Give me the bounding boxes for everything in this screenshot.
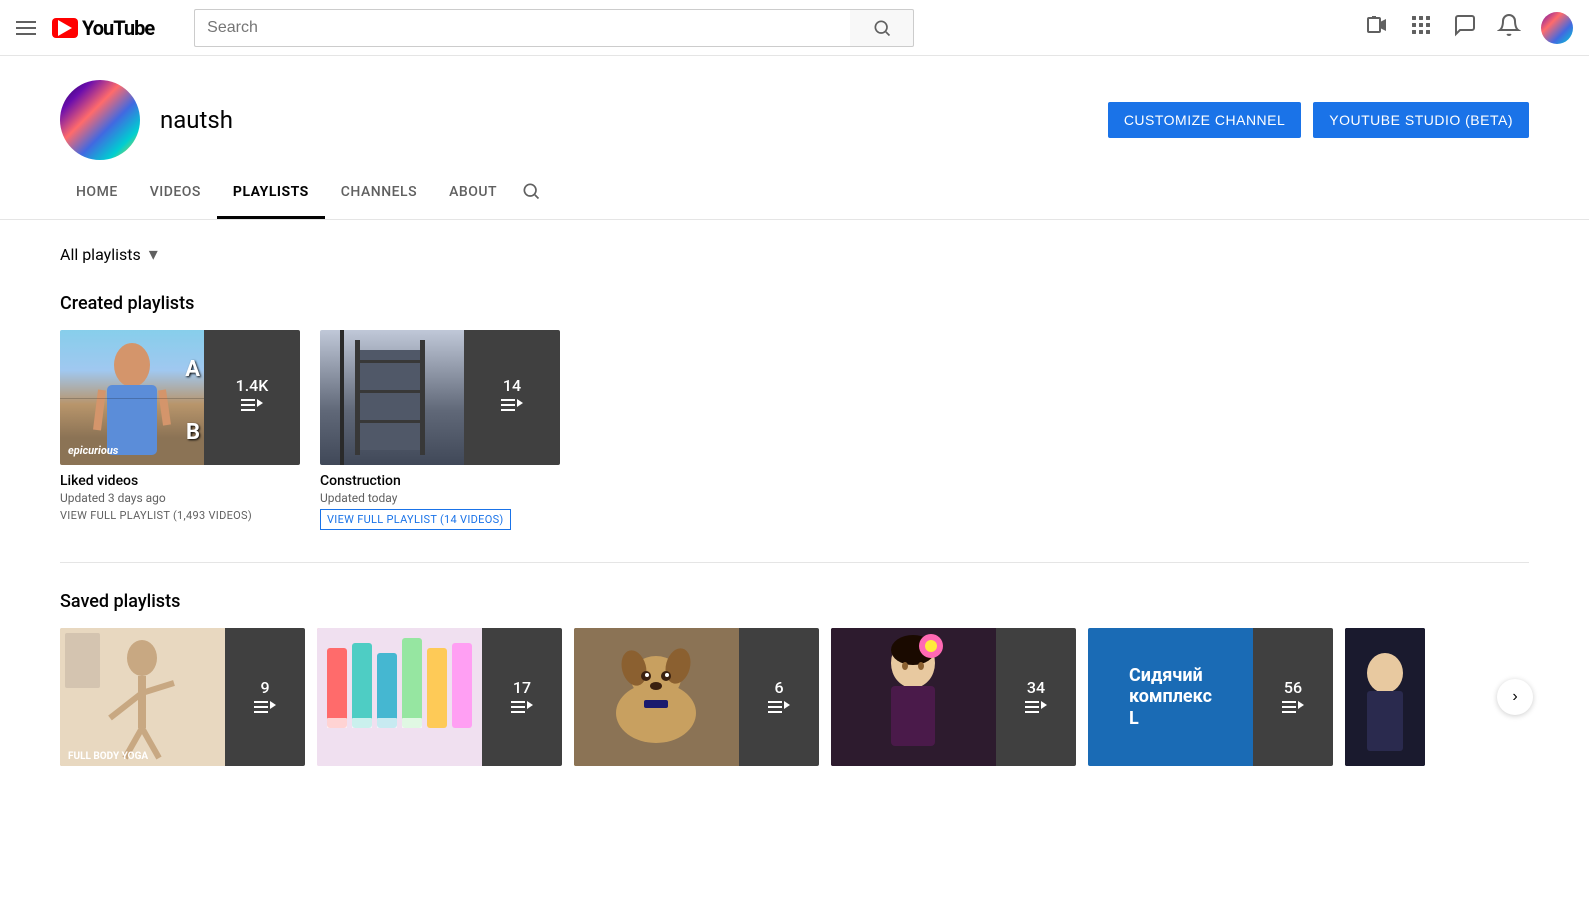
construction-list-icon [501, 399, 523, 420]
channel-nav: HOME VIDEOS PLAYLISTS CHANNELS ABOUT [0, 168, 1589, 220]
search-input[interactable] [207, 19, 838, 37]
channel-search-icon[interactable] [521, 181, 541, 206]
notifications-bell-icon[interactable] [1497, 13, 1521, 42]
liked-playlist-link[interactable]: VIEW FULL PLAYLIST (1,493 VIDEOS) [60, 509, 300, 522]
saved-card-dog[interactable]: 6 [574, 628, 819, 766]
create-video-icon[interactable] [1365, 13, 1389, 42]
search-input-wrap [194, 9, 850, 47]
filter-label: All playlists [60, 245, 141, 264]
tab-about[interactable]: ABOUT [433, 168, 513, 219]
saved-card-yoga[interactable]: 9 FULL BODY YOGA [60, 628, 305, 766]
construction-thumb: 14 [320, 330, 560, 465]
avatar-image [1541, 12, 1573, 44]
playlist-list-icon [241, 399, 263, 420]
tab-channels[interactable]: CHANNELS [325, 168, 433, 219]
construction-count: 14 [503, 376, 521, 395]
saved-card-woman[interactable]: 34 [831, 628, 1076, 766]
next-saved-playlist-button[interactable]: › [1497, 679, 1533, 715]
saved-card-dark[interactable] [1345, 628, 1425, 766]
construction-title: Construction [320, 473, 560, 489]
playlist-card-construction[interactable]: 14 Construction Updated today VI [320, 330, 560, 530]
tab-videos[interactable]: VIDEOS [134, 168, 217, 219]
header: YouTube [0, 0, 1589, 56]
created-playlist-row: 1.4K [60, 330, 1529, 530]
epicurious-label: epicurious [68, 444, 118, 457]
saved-playlist-row: 9 FULL BODY YOGA [60, 628, 1529, 766]
construction-playlist-link[interactable]: VIEW FULL PLAYLIST (14 VIDEOS) [320, 509, 511, 530]
header-left: YouTube [16, 16, 154, 40]
channel-avatar[interactable] [60, 80, 140, 160]
search-bar [194, 9, 914, 47]
tab-playlists[interactable]: PLAYLISTS [217, 168, 325, 219]
channel-info: nautsh [60, 80, 233, 160]
header-right [1365, 12, 1573, 44]
yt-logo-bg [52, 18, 78, 38]
created-playlists-section: Created playlists [60, 293, 1529, 530]
apps-icon[interactable] [1409, 13, 1433, 42]
yt-play-icon [58, 20, 72, 36]
created-playlists-title: Created playlists [60, 293, 1529, 314]
youtube-studio-button[interactable]: YOUTUBE STUDIO (BETA) [1313, 102, 1529, 138]
construction-updated: Updated today [320, 491, 560, 505]
hamburger-menu-icon[interactable] [16, 21, 36, 35]
channel-header: nautsh CUSTOMIZE CHANNEL YOUTUBE STUDIO … [0, 56, 1589, 160]
playlist-card-liked[interactable]: 1.4K [60, 330, 300, 530]
liked-videos-title: Liked videos [60, 473, 300, 489]
filter-chevron-icon[interactable]: ▾ [149, 244, 158, 265]
content-area: All playlists ▾ Created playlists [0, 220, 1589, 822]
saved-playlists-section: Saved playlists [60, 591, 1529, 766]
customize-channel-button[interactable]: CUSTOMIZE CHANNEL [1108, 102, 1301, 138]
saved-card-watercolor[interactable]: 17 [317, 628, 562, 766]
channel-actions: CUSTOMIZE CHANNEL YOUTUBE STUDIO (BETA) [1108, 102, 1529, 138]
liked-count: 1.4K [236, 376, 269, 395]
saved-playlists-title: Saved playlists [60, 591, 1529, 612]
channel-name: nautsh [160, 106, 233, 134]
liked-updated: Updated 3 days ago [60, 491, 300, 505]
youtube-logo[interactable]: YouTube [52, 16, 154, 40]
avatar[interactable] [1541, 12, 1573, 44]
russian-text: СидячийкомплексL [1129, 665, 1212, 730]
messages-icon[interactable] [1453, 13, 1477, 42]
saved-card-russian[interactable]: СидячийкомплексL 56 [1088, 628, 1333, 766]
section-divider [60, 562, 1529, 563]
liked-videos-thumb: 1.4K [60, 330, 300, 465]
tab-home[interactable]: HOME [60, 168, 134, 219]
filter-row: All playlists ▾ [60, 244, 1529, 265]
search-icon [872, 18, 892, 38]
search-button[interactable] [850, 9, 914, 47]
yt-logo-text: YouTube [82, 16, 154, 40]
